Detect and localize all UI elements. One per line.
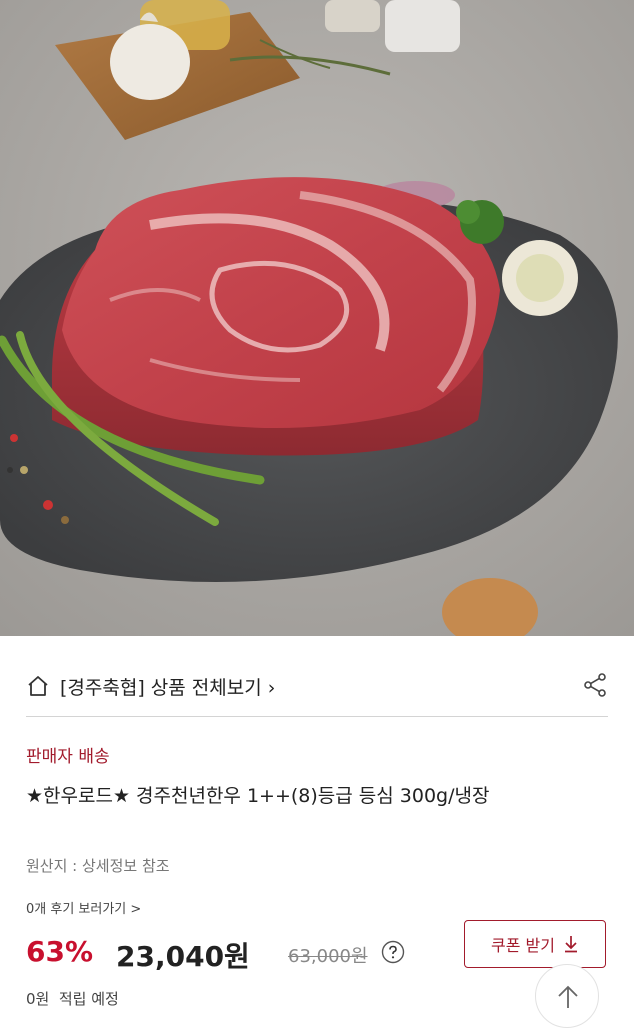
share-icon[interactable] [582, 672, 608, 698]
origin-info: 원산지 : 상세정보 참조 [26, 857, 170, 875]
product-image [0, 0, 634, 636]
original-price: 63,000원 [288, 946, 368, 967]
review-link[interactable]: 0개 후기 보러가기 > [26, 898, 141, 917]
chevron-right-icon: › [267, 677, 276, 699]
download-arrow-icon [564, 936, 577, 953]
sale-price: 23,040원 [116, 940, 250, 973]
store-link-text: [경주축협] 상품 전체보기 [60, 677, 262, 699]
scroll-top-button[interactable] [535, 964, 599, 1028]
question-icon[interactable] [381, 940, 405, 964]
seller-shipping-label: 판매자 배송 [26, 747, 110, 767]
price-row: 63% 23,040원 63,000원 [26, 932, 426, 976]
coupon-label: 쿠폰 받기 [491, 936, 555, 955]
steak-photo [0, 0, 634, 636]
divider [26, 716, 608, 717]
discount-rate: 63% [26, 935, 94, 968]
product-title: ★한우로드★ 경주천년한우 1++(8)등급 등심 300g/냉장 [26, 785, 490, 807]
coupon-download-button[interactable]: 쿠폰 받기 [464, 920, 606, 968]
home-icon[interactable] [26, 674, 50, 698]
arrow-up-icon [558, 985, 578, 1008]
store-all-products-link[interactable]: [경주축협] 상품 전체보기 › [60, 673, 275, 700]
store-row: [경주축협] 상품 전체보기 › [26, 668, 610, 708]
points-info: 0원 적립 예정 [26, 990, 119, 1008]
